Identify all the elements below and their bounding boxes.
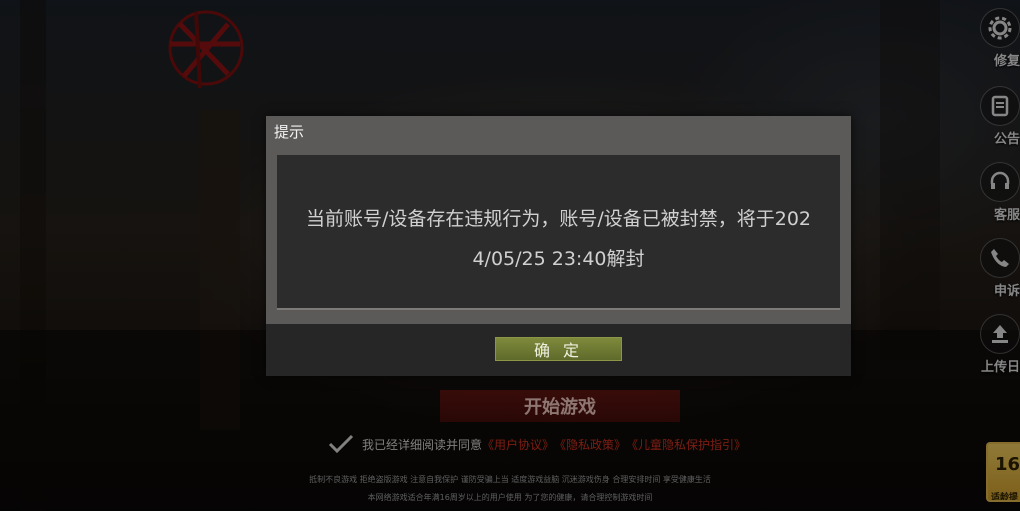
dialog-message-line: 当前账号/设备存在违规行为，账号/设备已被封禁，将于202 bbox=[305, 208, 812, 230]
dialog-frame: 当前账号/设备存在违规行为，账号/设备已被封禁，将于202 4/05/25 23… bbox=[266, 146, 851, 324]
confirm-button[interactable]: 确 定 bbox=[495, 337, 622, 361]
ban-notice-dialog: 提示 当前账号/设备存在违规行为，账号/设备已被封禁，将于202 4/05/25… bbox=[266, 116, 851, 376]
dialog-title: 提示 bbox=[274, 123, 305, 141]
dialog-message-line: 4/05/25 23:40解封 bbox=[472, 248, 645, 270]
dialog-body: 当前账号/设备存在违规行为，账号/设备已被封禁，将于202 4/05/25 23… bbox=[277, 155, 840, 310]
dialog-message: 当前账号/设备存在违规行为，账号/设备已被封禁，将于202 4/05/25 23… bbox=[277, 199, 840, 279]
dialog-header: 提示 bbox=[266, 116, 851, 146]
